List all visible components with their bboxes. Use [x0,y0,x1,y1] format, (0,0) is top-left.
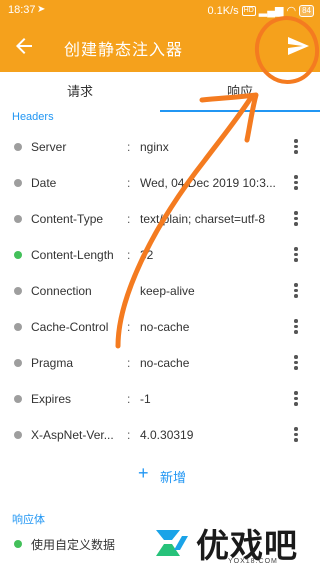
header-status-dot[interactable] [14,215,22,223]
plus-icon: + [138,463,149,483]
app-bar: 创建静态注入器 [0,22,320,72]
header-separator: : [127,356,131,370]
header-row[interactable]: Connection : keep-alive [0,273,320,309]
header-key: Pragma [31,356,74,370]
header-value: keep-alive [140,284,195,298]
back-arrow-icon[interactable] [12,34,36,58]
header-status-dot[interactable] [14,359,22,367]
header-row[interactable]: Content-Length : 32 [0,237,320,273]
header-key: Content-Length [31,248,114,262]
header-status-dot[interactable] [14,287,22,295]
headers-section-label: Headers [12,111,54,123]
header-row[interactable]: Pragma : no-cache [0,345,320,381]
status-right: 0.1K/s HD ▂▄▆ ◠ 84 [207,4,314,17]
header-key: X-AspNet-Ver... [31,428,114,442]
header-value: 4.0.30319 [140,428,194,442]
header-separator: : [127,212,131,226]
header-value: no-cache [140,356,190,370]
watermark: 优戏吧 YOX18.COM [150,518,320,569]
header-key: Date [31,176,57,190]
tab-request[interactable]: 请求 [0,72,160,112]
watermark-logo-icon [156,530,188,556]
watermark-url: YOX18.COM [228,558,278,565]
header-status-dot[interactable] [14,251,22,259]
header-key: Content-Type [31,212,104,226]
header-key: Connection [31,284,92,298]
header-key: Cache-Control [31,320,109,334]
header-row[interactable]: Content-Type : text/plain; charset=utf-8 [0,201,320,237]
more-vert-icon[interactable] [288,389,304,409]
body-section-label: 响应体 [12,514,45,526]
header-value: -1 [140,392,151,406]
more-vert-icon[interactable] [288,173,304,193]
header-status-dot[interactable] [14,431,22,439]
header-status-dot[interactable] [14,395,22,403]
tab-bar: 请求 响应 [0,72,320,112]
header-value: text/plain; charset=utf-8 [140,212,266,226]
more-vert-icon[interactable] [288,209,304,229]
header-value: Wed, 04 Dec 2019 10:3... [140,176,276,190]
more-vert-icon[interactable] [288,137,304,157]
header-value: nginx [140,140,169,154]
wifi-icon: ◠ [286,5,297,17]
header-separator: : [127,284,131,298]
header-row[interactable]: Cache-Control : no-cache [0,309,320,345]
header-separator: : [127,428,131,442]
header-key: Server [31,140,67,154]
more-vert-icon[interactable] [288,245,304,265]
add-header-label: 新增 [160,470,187,485]
custom-body-label: 使用自定义数据 [31,538,116,552]
header-status-dot[interactable] [14,179,22,187]
network-speed: 0.1K/s [207,4,239,17]
header-value: 32 [140,248,154,262]
signal-icon: ▂▄▆ [258,5,284,17]
more-vert-icon[interactable] [288,317,304,337]
header-separator: : [127,320,131,334]
status-bar: 18:37 ➤ 0.1K/s HD ▂▄▆ ◠ 84 [0,0,320,22]
hd-icon: HD [241,5,256,16]
tab-indicator [160,110,320,112]
page-title: 创建静态注入器 [64,42,184,59]
more-vert-icon[interactable] [288,281,304,301]
status-time: 18:37 [8,4,36,16]
navigation-arrow-icon: ➤ [37,4,46,15]
header-row[interactable]: Expires : -1 [0,381,320,417]
header-separator: : [127,176,131,190]
header-separator: : [127,392,131,406]
header-row[interactable]: Server : nginx [0,129,320,165]
header-separator: : [127,140,131,154]
option-status-dot[interactable] [14,540,22,548]
header-separator: : [127,248,131,262]
header-value: no-cache [140,320,190,334]
tab-response[interactable]: 响应 [160,72,320,112]
send-icon[interactable] [286,34,310,58]
header-status-dot[interactable] [14,323,22,331]
add-header-button[interactable]: + 新增 [120,462,210,488]
battery-level: 84 [299,4,314,17]
header-key: Expires [31,392,72,406]
header-row[interactable]: Date : Wed, 04 Dec 2019 10:3... [0,165,320,201]
header-row[interactable]: X-AspNet-Ver... : 4.0.30319 [0,417,320,453]
header-status-dot[interactable] [14,143,22,151]
more-vert-icon[interactable] [288,353,304,373]
more-vert-icon[interactable] [288,425,304,445]
